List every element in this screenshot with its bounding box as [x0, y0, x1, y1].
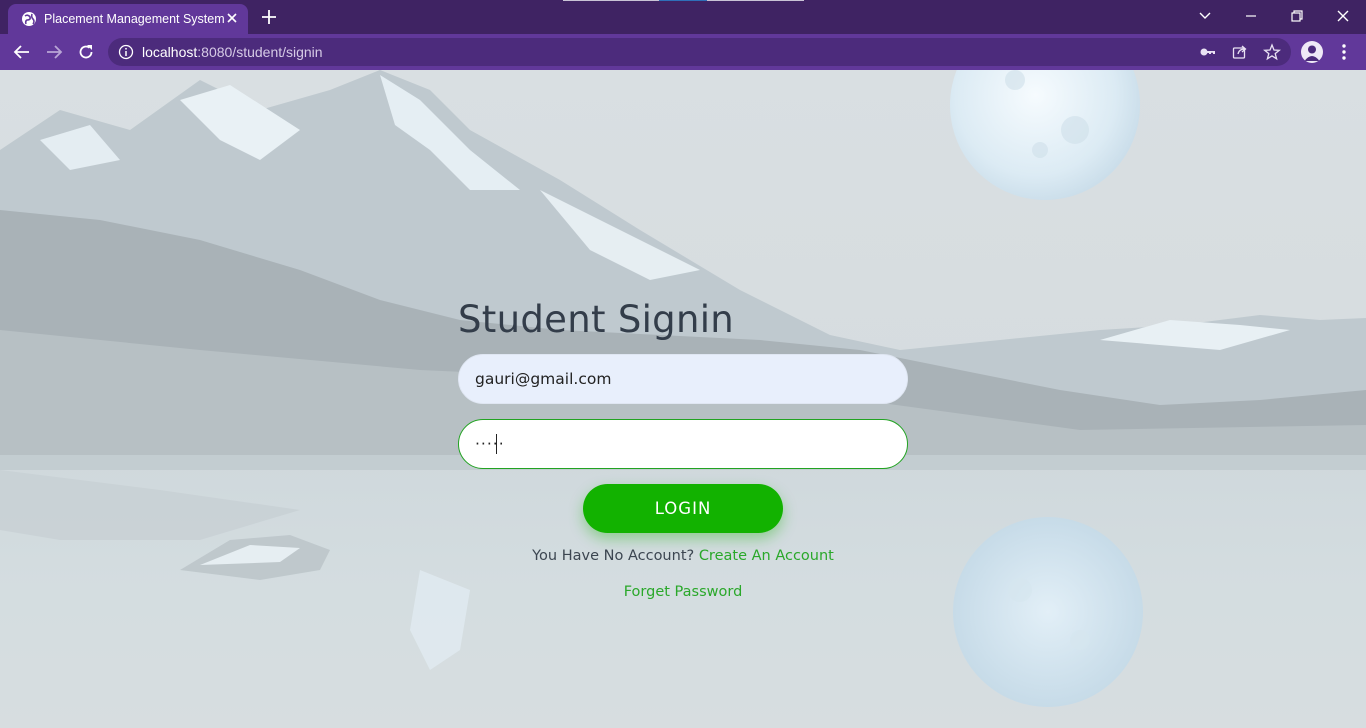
- profile-icon: [1304, 45, 1320, 61]
- forget-password-link[interactable]: Forget Password: [624, 584, 743, 600]
- create-account-link[interactable]: Create An Account: [699, 548, 834, 564]
- tab-strip-marker: [659, 0, 707, 1]
- tab-strip-marker: [707, 0, 804, 1]
- chevron-down-icon: [1199, 12, 1211, 19]
- no-account-text: You Have No Account?: [532, 548, 699, 564]
- reload-button[interactable]: [75, 41, 97, 63]
- browser-tab-active[interactable]: Placement Management System: [8, 4, 248, 34]
- minimize-button[interactable]: [1239, 6, 1263, 26]
- window-close-icon: [1337, 10, 1349, 22]
- page-title: Student Signin: [458, 298, 735, 341]
- tab-title: Placement Management System: [44, 12, 225, 26]
- info-icon[interactable]: [118, 44, 134, 60]
- tab-strip: Placement Management System: [0, 0, 1366, 34]
- login-button[interactable]: LOGIN: [583, 484, 783, 533]
- more-vert-icon[interactable]: [1334, 41, 1354, 63]
- globe-icon: [22, 12, 36, 26]
- plus-icon[interactable]: [260, 8, 278, 26]
- restore-button[interactable]: [1285, 6, 1309, 26]
- tab-strip-marker: [563, 0, 659, 1]
- text-cursor: [496, 434, 497, 454]
- close-icon[interactable]: [224, 10, 240, 26]
- minimize-icon: [1246, 15, 1256, 17]
- share-icon[interactable]: [1231, 43, 1249, 61]
- back-arrow-icon: [13, 45, 29, 59]
- restore-icon: [1291, 10, 1303, 22]
- profile-button[interactable]: [1301, 41, 1323, 63]
- no-account-prompt: You Have No Account? Create An Account: [0, 548, 1366, 564]
- url-text: localhost:8080/student/signin: [142, 44, 323, 60]
- forward-button[interactable]: [43, 41, 65, 63]
- back-button[interactable]: [11, 41, 33, 63]
- window-close-button[interactable]: [1331, 6, 1355, 26]
- password-field[interactable]: [458, 419, 908, 469]
- forward-arrow-icon: [47, 45, 63, 59]
- address-bar[interactable]: localhost:8080/student/signin: [108, 38, 1291, 66]
- forget-password-row: Forget Password: [0, 584, 1366, 600]
- url-host: localhost: [142, 44, 198, 60]
- url-path: :8080/student/signin: [197, 44, 323, 60]
- reload-icon: [79, 45, 93, 59]
- star-icon[interactable]: [1263, 43, 1281, 61]
- tab-search-button[interactable]: [1193, 6, 1217, 26]
- browser-toolbar: localhost:8080/student/signin: [0, 34, 1366, 70]
- email-field[interactable]: [458, 354, 908, 404]
- key-icon[interactable]: [1199, 43, 1217, 61]
